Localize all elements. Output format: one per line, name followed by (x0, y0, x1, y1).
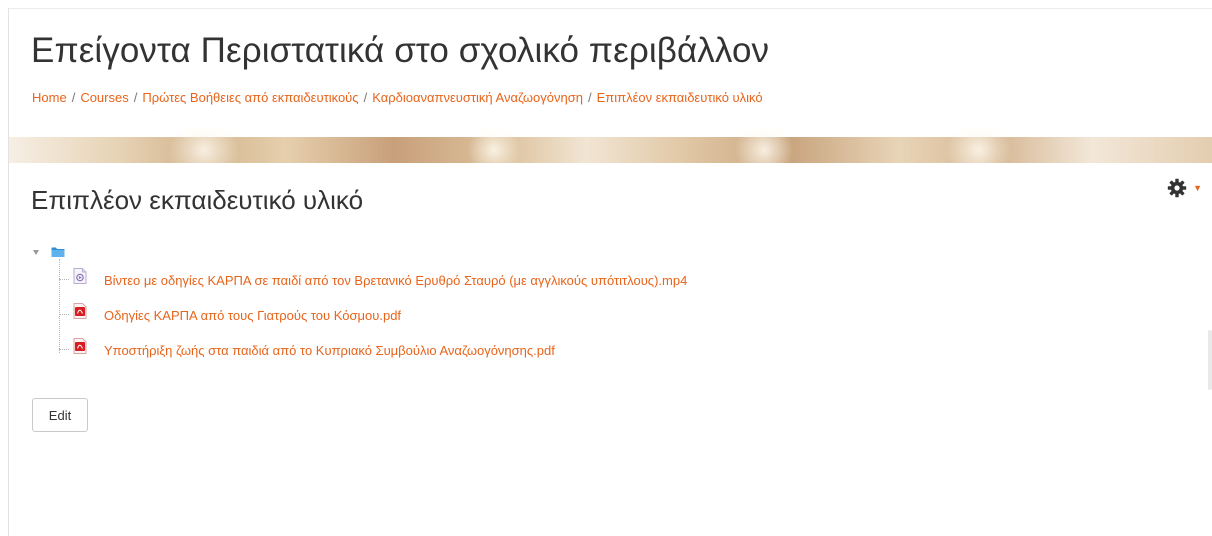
file-link-pdf-cyprus[interactable]: Υποστήριξη ζωής στα παιδιά από το Κυπρια… (104, 343, 555, 358)
breadcrumb-separator: / (71, 90, 76, 105)
file-link-pdf-doctors[interactable]: Οδηγίες ΚΑΡΠΑ από τους Γιατρούς του Κόσμ… (104, 308, 401, 323)
breadcrumb-courses[interactable]: Courses (80, 90, 128, 105)
breadcrumb-separator: / (587, 90, 592, 105)
breadcrumb-home[interactable]: Home (32, 90, 67, 105)
course-title: Επείγοντα Περιστατικά στο σχολικό περιβά… (31, 31, 770, 70)
breadcrumb-section[interactable]: Καρδιοαναπνευστική Αναζωογόνηση (372, 90, 583, 105)
breadcrumb-separator: / (363, 90, 368, 105)
pdf-file-icon (73, 303, 87, 319)
page: Επείγοντα Περιστατικά στο σχολικό περιβά… (0, 0, 1212, 536)
page-header: Επείγοντα Περιστατικά στο σχολικό περιβά… (9, 9, 1212, 137)
folder-tree: Βίντεο με οδηγίες ΚΑΡΠΑ σε παιδί από τον… (31, 243, 1131, 373)
header-banner-image (9, 127, 1212, 173)
gear-icon (1167, 178, 1187, 198)
file-item: Οδηγίες ΚΑΡΠΑ από τους Γιατρούς του Κόσμ… (59, 303, 401, 326)
pdf-file-icon (73, 338, 87, 354)
file-item: Βίντεο με οδηγίες ΚΑΡΠΑ σε παιδί από τον… (59, 268, 687, 291)
main-content: Επιπλέον εκπαιδευτικό υλικό ▼ Βίντεο με … (9, 163, 1212, 536)
video-file-icon (73, 268, 87, 284)
scrollbar[interactable] (1208, 330, 1212, 390)
tree-branch (59, 349, 69, 351)
tree-branch (59, 314, 69, 316)
file-link-video[interactable]: Βίντεο με οδηγίες ΚΑΡΠΑ σε παιδί από τον… (104, 273, 687, 288)
tree-branch (59, 279, 69, 281)
edit-button[interactable]: Edit (32, 398, 88, 432)
breadcrumb-current[interactable]: Επιπλέον εκπαιδευτικό υλικό (597, 90, 763, 105)
breadcrumb-separator: / (133, 90, 138, 105)
settings-menu[interactable]: ▼ (1167, 178, 1202, 198)
breadcrumb: Home / Courses / Πρώτες Βοήθειες από εκπαιδε… (32, 90, 763, 105)
file-item: Υποστήριξη ζωής στα παιδιά από το Κυπρια… (59, 338, 555, 361)
chevron-down-icon: ▼ (1193, 182, 1202, 193)
tree-collapse-icon[interactable] (33, 250, 39, 255)
folder-icon[interactable] (51, 246, 65, 258)
breadcrumb-course[interactable]: Πρώτες Βοήθειες από εκπαιδευτικούς (142, 90, 358, 105)
activity-title: Επιπλέον εκπαιδευτικό υλικό (31, 185, 364, 215)
